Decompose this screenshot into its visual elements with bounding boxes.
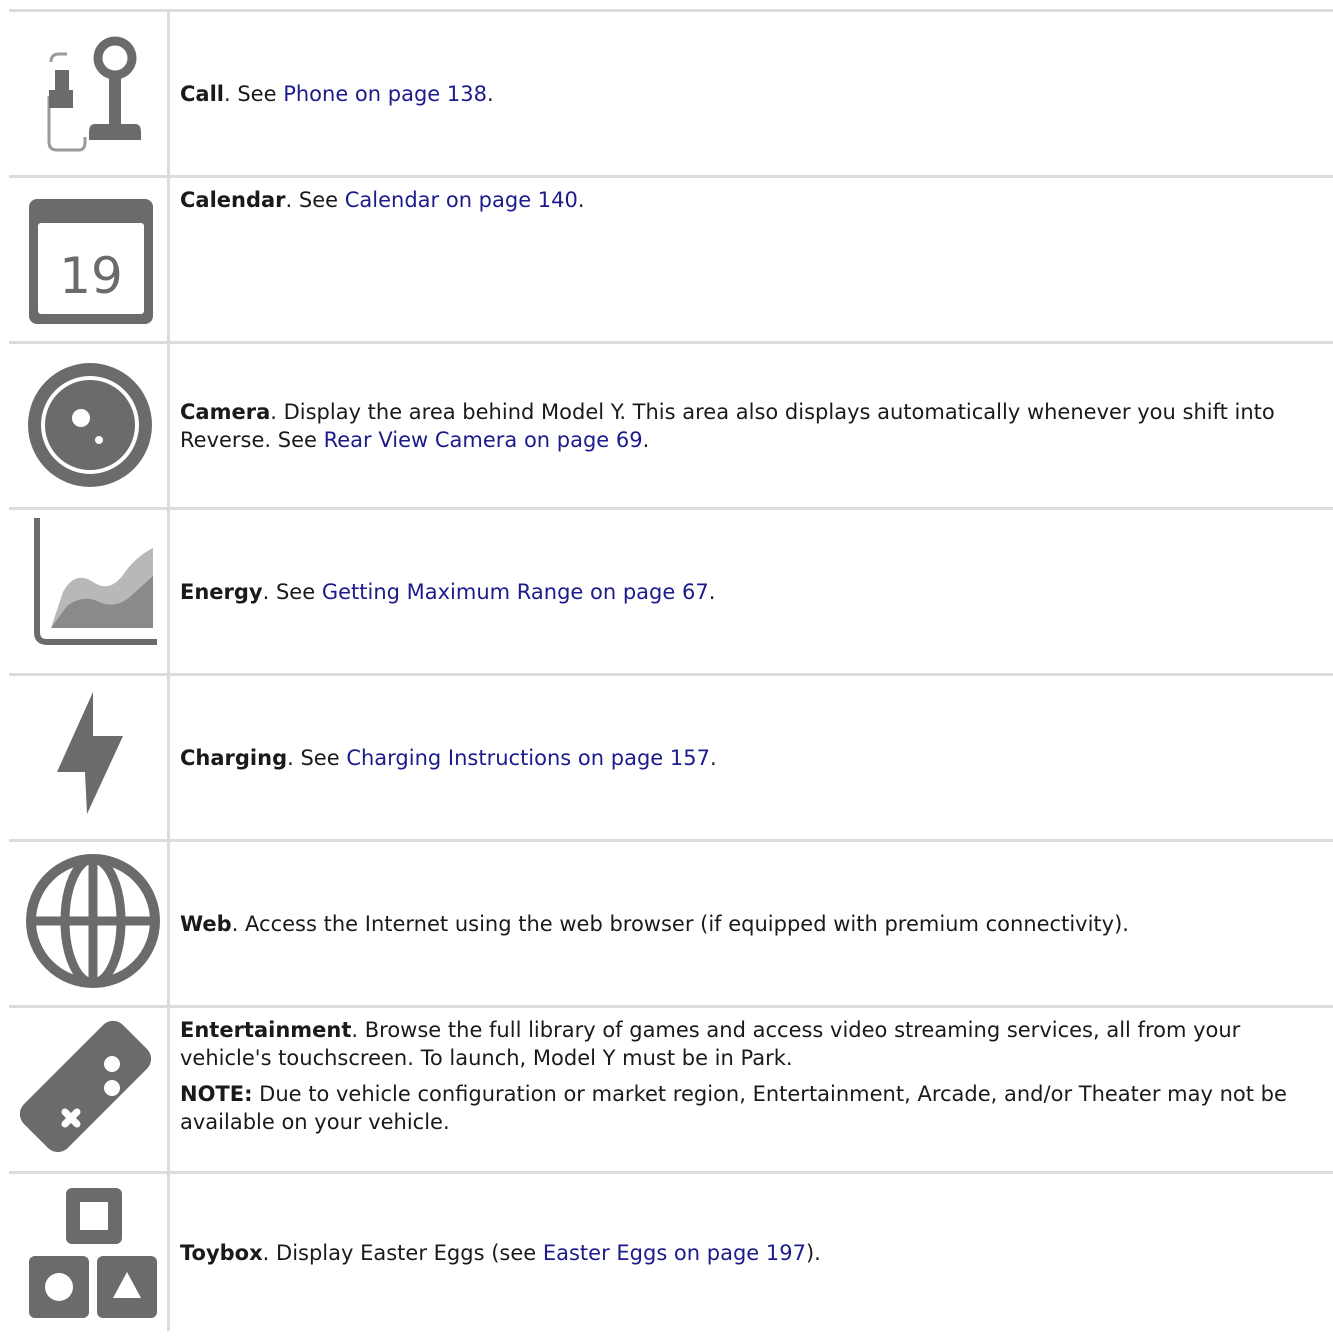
calendar-day-number: 19 — [59, 247, 123, 305]
game-controller-icon — [19, 1020, 152, 1153]
table-row-charging: Charging. See Charging Instructions on p… — [9, 676, 1333, 842]
icon-cell — [9, 676, 170, 839]
description-body: . See — [287, 745, 347, 770]
description-suffix: . — [486, 81, 494, 106]
description-cell: Camera. Display the area behind Model Y.… — [170, 344, 1333, 507]
term-label: Energy — [180, 579, 263, 604]
description-suffix: . — [577, 188, 585, 212]
icon-cell — [9, 842, 170, 1005]
description-cell: Calendar. See Calendar on page 140. — [170, 178, 1333, 341]
table-row-calendar: 19 Calendar. See Calendar on page 140. — [9, 178, 1333, 344]
easter-eggs-link[interactable]: Easter Eggs on page 197 — [543, 1241, 806, 1265]
icon-cell: 19 — [9, 178, 170, 341]
description-text: Entertainment. Browse the full library o… — [180, 1016, 1323, 1072]
table-row-call: Call. See Phone on page 138. — [9, 12, 1333, 178]
calendar-icon: 19 — [29, 199, 153, 324]
table-row-entertainment: Entertainment. Browse the full library o… — [9, 1008, 1333, 1174]
icon-cell — [9, 344, 170, 507]
description-suffix: ). — [805, 1240, 821, 1265]
phone-icon — [47, 36, 141, 152]
term-label: Charging — [180, 745, 288, 770]
description-body: . Display Easter Eggs (see — [262, 1240, 543, 1265]
term-label: Entertainment — [180, 1018, 352, 1042]
icon-cell — [9, 510, 170, 673]
table-row-toybox: Toybox. Display Easter Eggs (see Easter … — [9, 1174, 1333, 1331]
table-row-energy: Energy. See Getting Maximum Range on pag… — [9, 510, 1333, 676]
icon-cell — [9, 12, 170, 175]
note-label: NOTE: — [180, 1082, 253, 1106]
table-row-camera: Camera. Display the area behind Model Y.… — [9, 344, 1333, 510]
description-text: Call. See Phone on page 138. — [180, 80, 1323, 108]
icon-cell — [9, 1174, 170, 1331]
maximum-range-link[interactable]: Getting Maximum Range on page 67 — [322, 580, 709, 604]
description-body: . See — [223, 81, 284, 106]
term-label: Calendar — [180, 188, 286, 212]
term-label: Call — [180, 81, 224, 106]
description-body: . See — [285, 188, 345, 212]
description-text: Camera. Display the area behind Model Y.… — [180, 398, 1323, 454]
note-text: NOTE: Due to vehicle configuration or ma… — [180, 1080, 1323, 1136]
term-label: Toybox — [180, 1240, 263, 1265]
phone-page-link[interactable]: Phone on page 138 — [283, 82, 487, 106]
globe-icon — [26, 854, 160, 988]
term-label: Camera — [180, 399, 271, 424]
description-suffix: . — [709, 745, 717, 770]
energy-graph-icon — [34, 518, 157, 645]
icon-cell — [9, 1008, 170, 1171]
term-label: Web — [180, 911, 232, 936]
calendar-page-link[interactable]: Calendar on page 140 — [345, 188, 578, 212]
description-cell: Toybox. Display Easter Eggs (see Easter … — [170, 1174, 1333, 1331]
description-suffix: . — [642, 427, 650, 452]
description-text: Toybox. Display Easter Eggs (see Easter … — [180, 1239, 1323, 1267]
description-cell: Web. Access the Internet using the web b… — [170, 842, 1333, 1005]
description-text: Calendar. See Calendar on page 140. — [180, 186, 1323, 214]
description-text: Energy. See Getting Maximum Range on pag… — [180, 578, 1323, 606]
description-cell: Call. See Phone on page 138. — [170, 12, 1333, 175]
toybox-blocks-icon — [29, 1188, 157, 1318]
description-body: . See — [262, 579, 322, 604]
charging-instructions-link[interactable]: Charging Instructions on page 157 — [346, 746, 710, 770]
description-text: Web. Access the Internet using the web b… — [180, 910, 1323, 938]
description-cell: Energy. See Getting Maximum Range on pag… — [170, 510, 1333, 673]
note-body: Due to vehicle configuration or market r… — [180, 1082, 1287, 1134]
description-body: . Access the Internet using the web brow… — [231, 911, 1129, 936]
description-cell: Entertainment. Browse the full library o… — [170, 1008, 1333, 1171]
description-text: Charging. See Charging Instructions on p… — [180, 744, 1323, 772]
description-suffix: . — [708, 579, 716, 604]
rear-view-camera-link[interactable]: Rear View Camera on page 69 — [324, 428, 643, 452]
app-icons-table: Call. See Phone on page 138. 19 Calendar… — [9, 9, 1333, 1331]
camera-icon — [28, 363, 152, 487]
table-row-web: Web. Access the Internet using the web b… — [9, 842, 1333, 1008]
lightning-bolt-icon — [57, 692, 123, 814]
description-cell: Charging. See Charging Instructions on p… — [170, 676, 1333, 839]
